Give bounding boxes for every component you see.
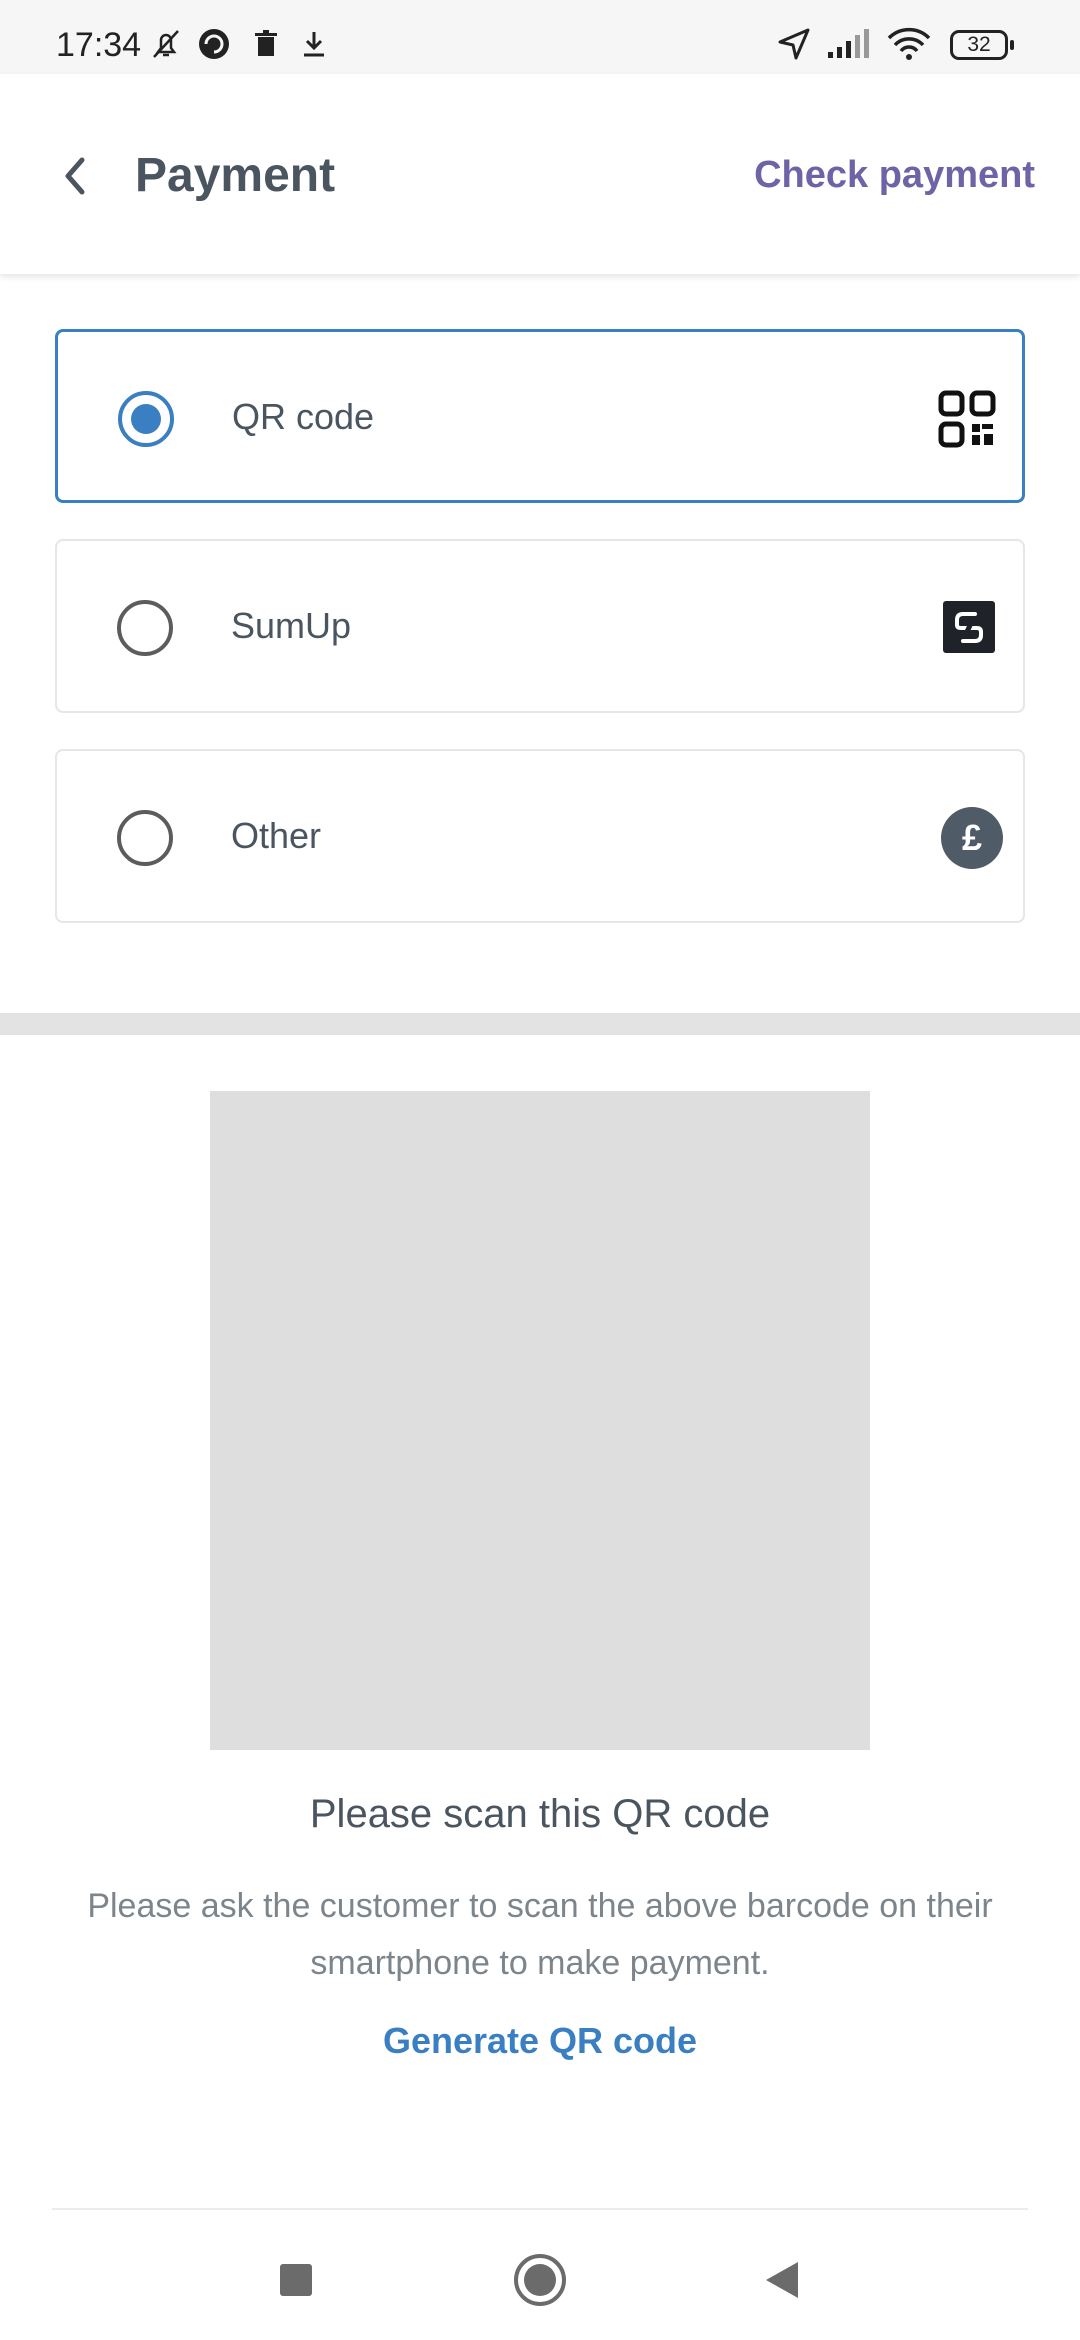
nav-divider: [52, 2208, 1028, 2210]
option-label: QR code: [232, 396, 375, 437]
payment-option-sumup[interactable]: SumUp: [55, 539, 1025, 713]
qr-code-image: [210, 1091, 870, 1750]
scan-heading: Please scan this QR code: [309, 1792, 771, 1836]
download-icon: [304, 32, 324, 57]
circle-arrow-icon: [199, 29, 229, 59]
sumup-logo-icon: [943, 601, 995, 653]
status-bar: 17:34 32: [0, 0, 1080, 74]
qr-code-icon: [938, 390, 996, 448]
scan-description: Please ask the customer to scan the abov…: [87, 1887, 993, 1982]
option-label: SumUp: [231, 605, 352, 646]
recents-square-icon[interactable]: [266, 2250, 326, 2310]
trash-icon: [255, 30, 277, 56]
location-arrow-icon: [778, 28, 810, 60]
app-bar: Payment Check payment: [0, 74, 1080, 274]
radio-unselected[interactable]: [117, 810, 173, 866]
wifi-icon: [887, 27, 931, 60]
option-label: Other: [231, 815, 322, 856]
section-divider: [0, 1013, 1080, 1035]
radio-selected[interactable]: [118, 391, 174, 447]
payment-option-other[interactable]: Other £: [55, 749, 1025, 923]
payment-option-qr-code[interactable]: QR code: [55, 329, 1025, 503]
page-title: Payment: [135, 149, 336, 202]
status-time: 17:34: [56, 26, 142, 64]
chevron-left-icon[interactable]: [50, 146, 100, 206]
home-circle-icon[interactable]: [510, 2250, 570, 2310]
check-payment-button[interactable]: Check payment: [754, 154, 1035, 197]
radio-unselected[interactable]: [117, 600, 173, 656]
battery-icon: 32: [950, 30, 1014, 60]
back-triangle-icon[interactable]: [752, 2250, 812, 2310]
signal-icon: [828, 29, 869, 58]
generate-qr-code-button[interactable]: Generate QR code: [0, 2020, 1080, 2062]
pound-icon: £: [941, 807, 1003, 869]
bell-off-icon: [153, 30, 179, 58]
